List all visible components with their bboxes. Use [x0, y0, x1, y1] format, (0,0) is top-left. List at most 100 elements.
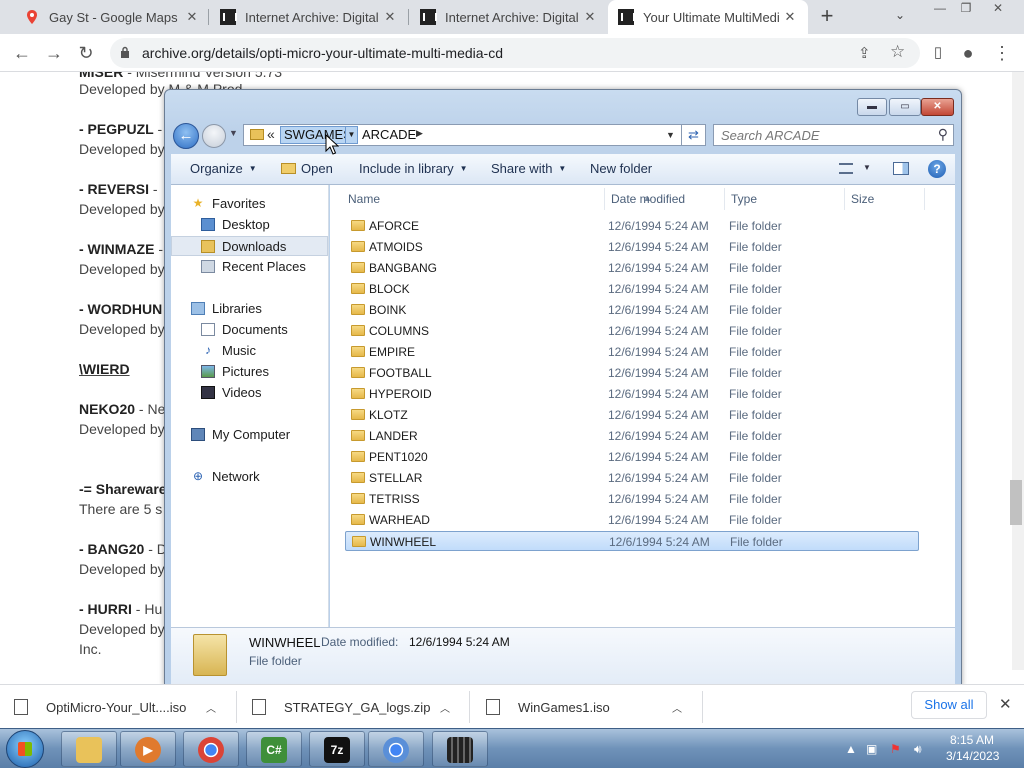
- taskbar-video-editor[interactable]: [432, 731, 488, 767]
- file-row[interactable]: BANGBANG 12/6/1994 5:24 AM File folder: [345, 258, 919, 278]
- tab-close-icon[interactable]: ✕: [382, 9, 398, 25]
- back-arrow-icon[interactable]: ←: [173, 123, 199, 149]
- search-icon[interactable]: ⚲: [938, 126, 948, 143]
- breadcrumb-overflow[interactable]: «: [267, 126, 275, 142]
- column-header-name[interactable]: Name ▲: [342, 188, 652, 210]
- download-item[interactable]: STRATEGY_GA_logs.zip ︿: [252, 685, 462, 729]
- file-row[interactable]: PENT1020 12/6/1994 5:24 AM File folder: [345, 447, 919, 467]
- start-button[interactable]: [6, 730, 44, 768]
- chevron-down-icon[interactable]: ▼: [345, 126, 358, 144]
- open-button[interactable]: Open: [281, 161, 333, 176]
- file-row[interactable]: TETRISS 12/6/1994 5:24 AM File folder: [345, 489, 919, 509]
- file-row[interactable]: AFORCE 12/6/1994 5:24 AM File folder: [345, 216, 919, 236]
- file-row[interactable]: COLUMNS 12/6/1994 5:24 AM File folder: [345, 321, 919, 341]
- new-tab-button[interactable]: +: [816, 5, 838, 27]
- side-panel-icon[interactable]: ▯: [926, 41, 950, 65]
- tab-active-multimedia[interactable]: Your Ultimate MultiMedi ✕: [608, 0, 808, 34]
- close-icon[interactable]: ✕: [984, 0, 1012, 18]
- tab-google-maps[interactable]: Gay St - Google Maps ✕: [14, 0, 210, 34]
- file-row[interactable]: HYPEROID 12/6/1994 5:24 AM File folder: [345, 384, 919, 404]
- tab-close-icon[interactable]: ✕: [782, 9, 798, 25]
- page-scrollbar[interactable]: [1012, 72, 1024, 670]
- close-icon[interactable]: ✕: [921, 98, 954, 116]
- minimize-icon[interactable]: —: [926, 0, 954, 18]
- nav-my-computer[interactable]: My Computer: [171, 425, 328, 445]
- menu-kebab-icon[interactable]: ⋮: [990, 41, 1014, 65]
- file-row[interactable]: BLOCK 12/6/1994 5:24 AM File folder: [345, 279, 919, 299]
- help-icon[interactable]: ?: [928, 160, 946, 178]
- taskbar-chrome[interactable]: [183, 731, 239, 767]
- column-header-size[interactable]: Size: [845, 188, 925, 210]
- profile-avatar-icon[interactable]: ●: [956, 41, 980, 65]
- file-row[interactable]: ATMOIDS 12/6/1994 5:24 AM File folder: [345, 237, 919, 257]
- file-row[interactable]: KLOTZ 12/6/1994 5:24 AM File folder: [345, 405, 919, 425]
- file-row[interactable]: LANDER 12/6/1994 5:24 AM File folder: [345, 426, 919, 446]
- tab-search-chevron-icon[interactable]: ⌄: [895, 8, 905, 22]
- taskbar-7zip[interactable]: 7z: [309, 731, 365, 767]
- chevron-right-icon[interactable]: ▶: [416, 128, 423, 139]
- refresh-icon[interactable]: ⇄: [681, 124, 706, 146]
- tab-internet-archive-1[interactable]: Internet Archive: Digital L ✕: [210, 0, 408, 34]
- nav-documents[interactable]: Documents: [171, 320, 328, 340]
- organize-button[interactable]: Organize ▼: [190, 161, 257, 176]
- taskbar-media-player[interactable]: ▶: [120, 731, 176, 767]
- column-header-type[interactable]: Type: [725, 188, 845, 210]
- nav-music[interactable]: ♪ Music: [171, 341, 328, 361]
- nav-recent-places[interactable]: Recent Places: [171, 257, 328, 277]
- back-arrow-icon[interactable]: ←: [10, 41, 34, 65]
- flag-icon[interactable]: ⚑: [890, 742, 901, 756]
- breadcrumb-arcade[interactable]: ARCADE: [362, 127, 416, 142]
- breadcrumb[interactable]: « SWGAMES ▼ ARCADE ▶ ▼: [243, 124, 682, 146]
- nav-favorites[interactable]: ★ Favorites: [171, 194, 328, 214]
- restore-icon[interactable]: ❐: [952, 0, 980, 18]
- download-item[interactable]: OptiMicro-Your_Ult....iso ︿: [14, 685, 224, 729]
- forward-arrow-icon[interactable]: →: [42, 41, 66, 65]
- file-row[interactable]: FOOTBALL 12/6/1994 5:24 AM File folder: [345, 363, 919, 383]
- column-header-date[interactable]: Date modified: [605, 188, 725, 210]
- tab-close-icon[interactable]: ✕: [184, 9, 200, 25]
- chevron-down-icon[interactable]: ▼: [863, 163, 871, 172]
- file-row[interactable]: BOINK 12/6/1994 5:24 AM File folder: [345, 300, 919, 320]
- close-icon[interactable]: ✕: [999, 695, 1012, 713]
- minimize-icon[interactable]: ▬: [857, 98, 887, 116]
- address-bar[interactable]: archive.org/details/opti-micro-your-ulti…: [110, 38, 920, 68]
- taskbar-explorer[interactable]: [61, 731, 117, 767]
- file-row[interactable]: EMPIRE 12/6/1994 5:24 AM File folder: [345, 342, 919, 362]
- clock-time[interactable]: 8:15 AM: [950, 733, 994, 747]
- share-with-button[interactable]: Share with ▼: [491, 161, 566, 176]
- show-hidden-icons-icon[interactable]: ▲: [845, 742, 857, 756]
- file-row[interactable]: WINWHEEL 12/6/1994 5:24 AM File folder: [345, 531, 919, 551]
- maximize-icon[interactable]: ▭: [889, 98, 921, 116]
- nav-desktop[interactable]: Desktop: [171, 215, 328, 235]
- nav-network[interactable]: ⊕ Network: [171, 467, 328, 487]
- forward-arrow-icon[interactable]: [202, 124, 226, 148]
- new-folder-button[interactable]: New folder: [590, 161, 652, 176]
- download-item[interactable]: WinGames1.iso ︿: [486, 685, 696, 729]
- search-input[interactable]: Search ARCADE ⚲: [713, 124, 954, 146]
- scrollbar-thumb[interactable]: [1010, 480, 1022, 525]
- nav-libraries[interactable]: Libraries: [171, 299, 328, 319]
- nav-videos[interactable]: Videos: [171, 383, 328, 403]
- chevron-up-icon[interactable]: ︿: [206, 700, 216, 715]
- recent-pages-chevron-icon[interactable]: ▼: [229, 128, 238, 138]
- taskbar-chrome-2[interactable]: [368, 731, 424, 767]
- bookmark-star-icon[interactable]: ☆: [890, 42, 905, 62]
- show-all-button[interactable]: Show all: [911, 691, 987, 719]
- tab-internet-archive-2[interactable]: Internet Archive: Digital L ✕: [410, 0, 608, 34]
- nav-pictures[interactable]: Pictures: [171, 362, 328, 382]
- share-icon[interactable]: ⇪: [858, 44, 871, 62]
- nav-downloads[interactable]: Downloads: [171, 236, 328, 256]
- volume-icon[interactable]: 🔊︎: [914, 742, 922, 757]
- taskbar-csharp[interactable]: C#: [246, 731, 302, 767]
- address-history-chevron-icon[interactable]: ▼: [666, 130, 675, 140]
- chevron-up-icon[interactable]: ︿: [440, 700, 450, 715]
- file-row[interactable]: WARHEAD 12/6/1994 5:24 AM File folder: [345, 510, 919, 530]
- preview-pane-icon[interactable]: [893, 162, 909, 175]
- file-row[interactable]: STELLAR 12/6/1994 5:24 AM File folder: [345, 468, 919, 488]
- change-view-icon[interactable]: [839, 163, 853, 174]
- reload-icon[interactable]: ↻: [74, 41, 98, 65]
- tab-close-icon[interactable]: ✕: [582, 9, 598, 25]
- clock-date[interactable]: 3/14/2023: [946, 749, 999, 763]
- include-in-library-button[interactable]: Include in library ▼: [359, 161, 468, 176]
- chevron-up-icon[interactable]: ︿: [672, 700, 682, 715]
